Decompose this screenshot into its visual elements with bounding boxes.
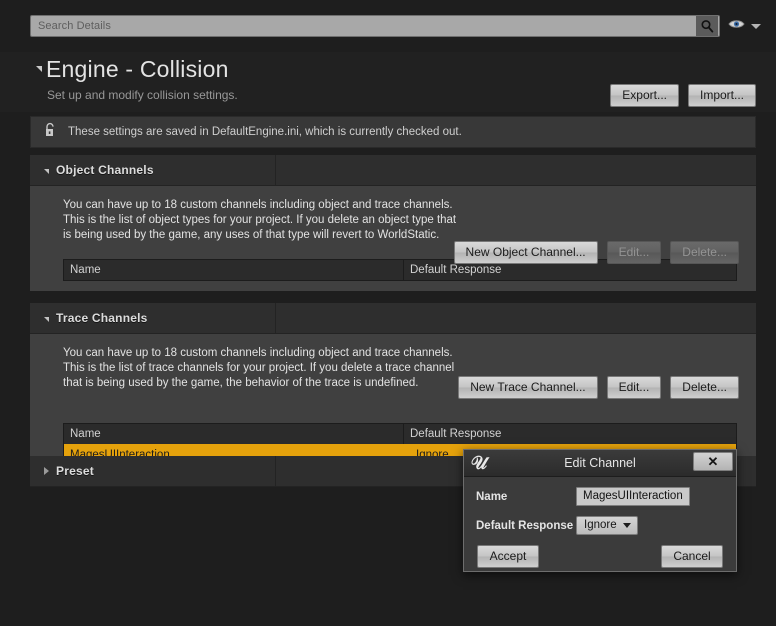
expand-triangle-icon[interactable] bbox=[44, 168, 49, 174]
dialog-body: Name MagesUIInteraction Default Response… bbox=[464, 477, 736, 535]
trace-channels-delete-button[interactable]: Delete... bbox=[670, 376, 739, 399]
cancel-button[interactable]: Cancel bbox=[661, 545, 723, 568]
unreal-engine-logo-icon: 𝒰 bbox=[470, 452, 488, 474]
object-channels-edit-button[interactable]: Edit... bbox=[606, 241, 662, 264]
page-title: Engine - Collision bbox=[46, 56, 229, 82]
default-response-value: Ignore bbox=[584, 519, 617, 531]
object-channels-description: You can have up to 18 custom channels in… bbox=[63, 199, 457, 241]
column-header-name[interactable]: Name bbox=[64, 424, 404, 444]
object-channels-delete-button[interactable]: Delete... bbox=[670, 241, 739, 264]
default-response-dropdown[interactable]: Ignore bbox=[576, 516, 638, 535]
table-header-row: Name Default Response bbox=[64, 424, 736, 444]
search-icon[interactable] bbox=[696, 16, 718, 36]
trace-channels-buttons: New Trace Channel... Edit... Delete... bbox=[458, 376, 739, 399]
channel-name-input[interactable]: MagesUIInteraction bbox=[576, 487, 690, 506]
notice-text: These settings are saved in DefaultEngin… bbox=[68, 126, 462, 138]
new-trace-channel-button[interactable]: New Trace Channel... bbox=[458, 376, 598, 399]
trace-channels-title: Trace Channels bbox=[56, 311, 148, 325]
preset-title: Preset bbox=[56, 464, 94, 478]
object-channels-header[interactable]: Object Channels bbox=[30, 155, 756, 186]
default-response-label: Default Response bbox=[476, 519, 574, 532]
close-icon[interactable]: ✕ bbox=[693, 452, 733, 471]
edit-channel-dialog: 𝒰 Edit Channel ✕ Name MagesUIInteraction… bbox=[463, 449, 737, 572]
header-divider bbox=[275, 155, 276, 185]
header-divider bbox=[275, 456, 276, 486]
column-header-name[interactable]: Name bbox=[64, 260, 404, 280]
default-response-field-row: Default Response Ignore bbox=[476, 516, 724, 535]
collapsed-triangle-icon[interactable] bbox=[44, 467, 49, 475]
trace-channels-header[interactable]: Trace Channels bbox=[30, 303, 756, 334]
page-title-row[interactable]: Engine - Collision bbox=[0, 52, 776, 83]
object-channels-section: Object Channels You can have up to 18 cu… bbox=[30, 155, 756, 291]
name-label: Name bbox=[476, 490, 508, 503]
new-object-channel-button[interactable]: New Object Channel... bbox=[453, 241, 598, 264]
page-header: Engine - Collision Set up and modify col… bbox=[0, 52, 776, 112]
import-button[interactable]: Import... bbox=[687, 84, 756, 107]
search-input-placeholder: Search Details bbox=[38, 20, 111, 32]
object-channels-buttons: New Object Channel... Edit... Delete... bbox=[453, 241, 739, 264]
header-buttons: Export... Import... bbox=[610, 84, 756, 107]
object-channels-title: Object Channels bbox=[56, 163, 154, 177]
trace-channels-edit-button[interactable]: Edit... bbox=[606, 376, 662, 399]
collapse-triangle-icon[interactable] bbox=[36, 66, 42, 72]
unlock-icon bbox=[43, 122, 57, 143]
chevron-down-icon bbox=[622, 522, 631, 528]
trace-channels-description: You can have up to 18 custom channels in… bbox=[63, 347, 455, 389]
column-header-default-response[interactable]: Default Response bbox=[404, 424, 736, 444]
dialog-titlebar[interactable]: 𝒰 Edit Channel ✕ bbox=[464, 450, 736, 477]
search-bar: Search Details bbox=[0, 0, 776, 52]
eye-icon[interactable] bbox=[728, 17, 745, 35]
chevron-down-icon[interactable] bbox=[751, 23, 761, 29]
expand-triangle-icon[interactable] bbox=[44, 316, 49, 322]
settings-notice: These settings are saved in DefaultEngin… bbox=[30, 116, 756, 148]
dialog-footer: Accept Cancel bbox=[464, 545, 736, 568]
object-channels-body: You can have up to 18 custom channels in… bbox=[30, 186, 756, 291]
visibility-options[interactable] bbox=[728, 17, 761, 35]
name-field-row: Name MagesUIInteraction bbox=[476, 487, 724, 506]
search-input[interactable]: Search Details bbox=[30, 15, 720, 37]
accept-button[interactable]: Accept bbox=[477, 545, 539, 568]
export-button[interactable]: Export... bbox=[610, 84, 679, 107]
header-divider bbox=[275, 303, 276, 333]
